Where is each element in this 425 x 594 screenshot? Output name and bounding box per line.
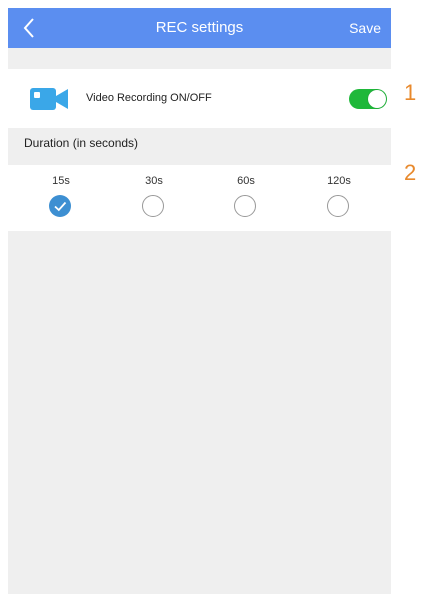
duration-option-15s[interactable]: 15s — [31, 165, 91, 231]
annotation-2: 2 — [404, 160, 417, 185]
radio-unchecked[interactable] — [327, 195, 349, 217]
duration-option-30s[interactable]: 30s — [124, 165, 184, 231]
video-recording-row: Video Recording ON/OFF — [8, 69, 391, 128]
toggle-knob — [368, 90, 386, 108]
duration-options-panel: 15s 30s 60s 120s — [8, 165, 391, 231]
radio-unchecked[interactable] — [234, 195, 256, 217]
app-header: REC settings Save — [8, 8, 391, 48]
page-title: REC settings — [155, 19, 244, 36]
checkmark-icon — [54, 201, 67, 212]
video-recording-label: Video Recording ON/OFF — [86, 92, 212, 104]
duration-option-label: 15s — [52, 175, 70, 187]
duration-option-120s[interactable]: 120s — [309, 165, 369, 231]
annotation-1: 1 — [404, 80, 417, 105]
radio-unchecked[interactable] — [142, 195, 164, 217]
duration-section-title: Duration (in seconds) — [24, 136, 139, 150]
phone-screen: REC settings Save Video Recording ON/OFF… — [8, 8, 391, 594]
duration-option-label: 120s — [327, 175, 351, 187]
duration-option-60s[interactable]: 60s — [216, 165, 276, 231]
video-recording-toggle[interactable] — [349, 89, 387, 109]
radio-checked[interactable] — [49, 195, 71, 217]
video-camera-icon — [30, 88, 68, 110]
duration-option-label: 60s — [237, 175, 255, 187]
duration-option-label: 30s — [145, 175, 163, 187]
save-button[interactable]: Save — [349, 8, 381, 48]
